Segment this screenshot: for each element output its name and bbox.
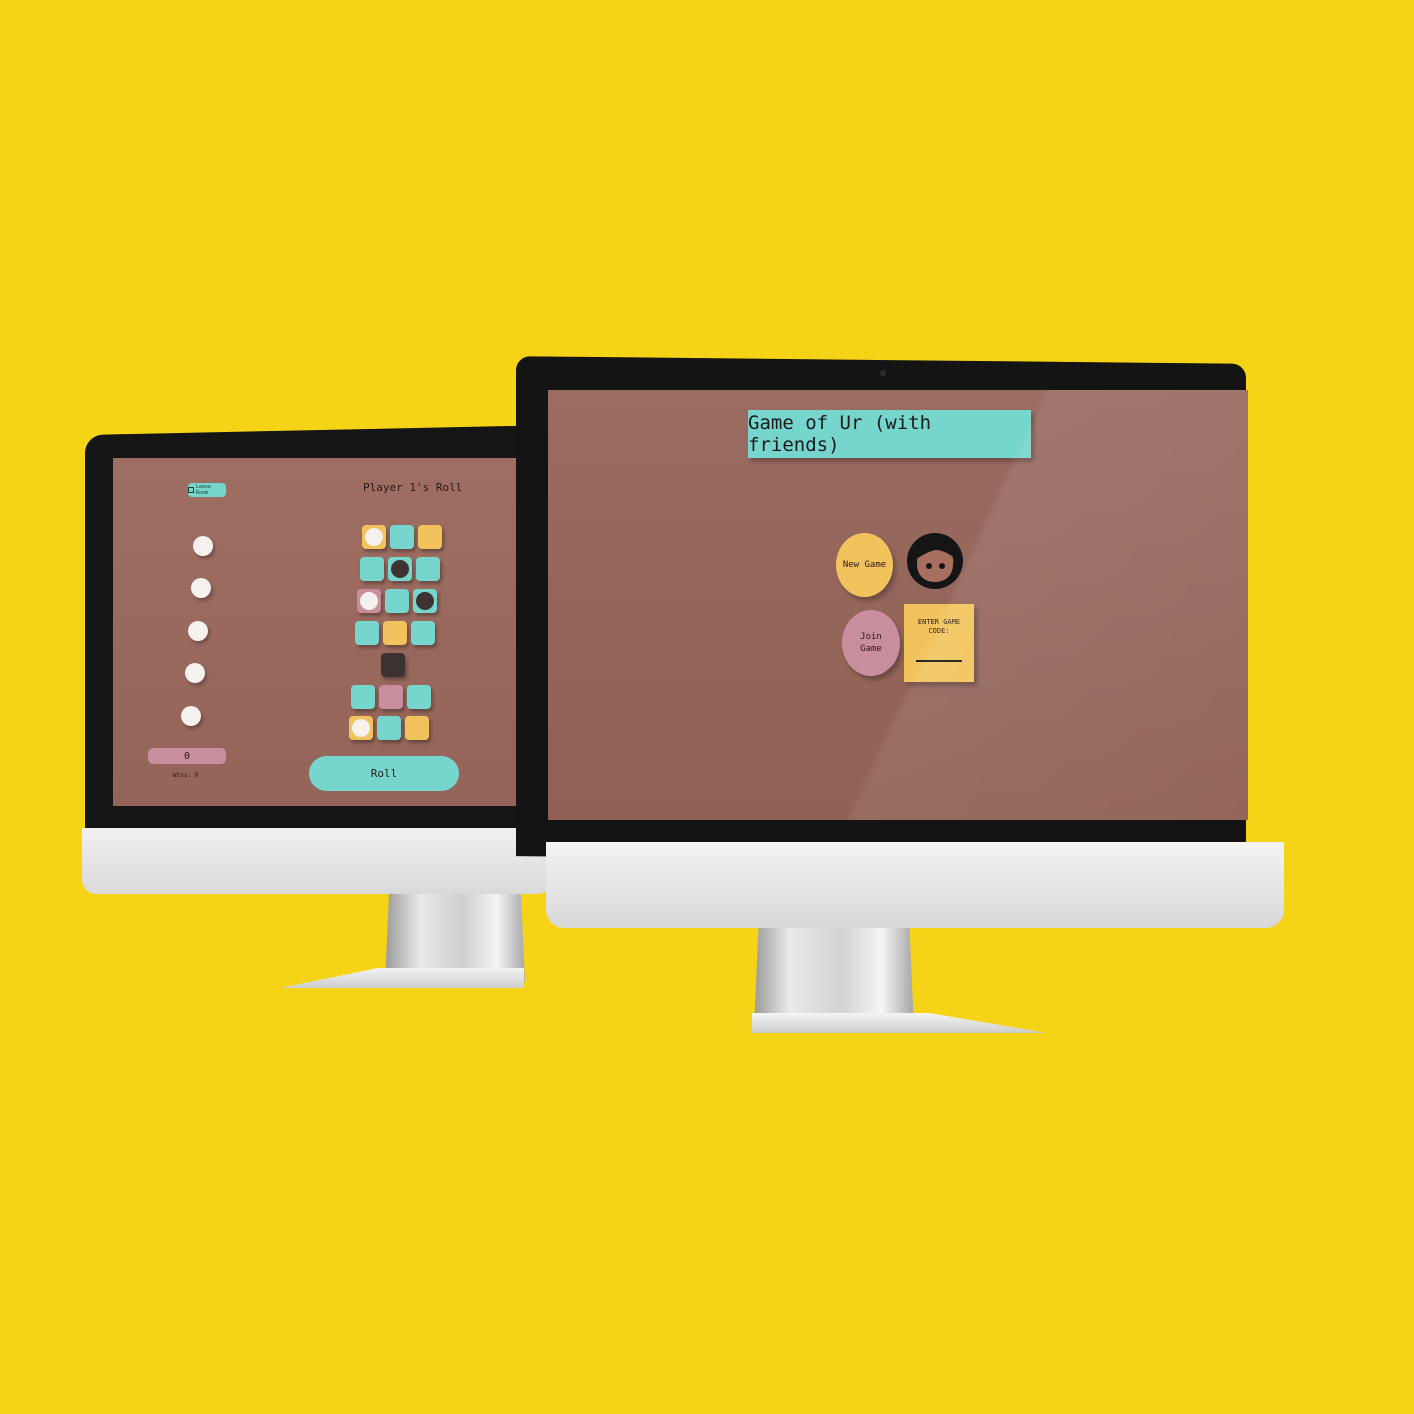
score-bar: 0 bbox=[148, 748, 226, 764]
black-piece[interactable] bbox=[384, 656, 402, 674]
board-tile[interactable] bbox=[362, 525, 386, 549]
roll-title: Player 1's Roll bbox=[363, 481, 463, 494]
camera-dot bbox=[880, 370, 886, 376]
board-tile[interactable] bbox=[418, 525, 442, 549]
page-title: Game of Ur (with friends) bbox=[748, 410, 1031, 458]
game-code-input[interactable] bbox=[916, 660, 962, 662]
white-piece[interactable] bbox=[188, 621, 208, 641]
white-piece[interactable] bbox=[360, 592, 378, 610]
white-piece[interactable] bbox=[185, 663, 205, 683]
board-tile[interactable] bbox=[416, 557, 440, 581]
game-board bbox=[348, 522, 448, 752]
front-monitor-chin bbox=[546, 842, 1284, 928]
board-tile[interactable] bbox=[357, 589, 381, 613]
mockup-scene: Leave Room Player 1's Roll 0 Wins: 0 Rol… bbox=[0, 0, 1414, 1414]
board-tile[interactable] bbox=[388, 557, 412, 581]
new-game-button[interactable]: New Game bbox=[836, 533, 893, 597]
board-tile[interactable] bbox=[381, 653, 405, 677]
join-game-button[interactable]: Join Game bbox=[842, 610, 900, 676]
board-tile[interactable] bbox=[407, 685, 431, 709]
white-piece[interactable] bbox=[193, 536, 213, 556]
game-code-label: ENTER GAME CODE: bbox=[917, 618, 961, 635]
landing-screen: Game of Ur (with friends) New Game Join … bbox=[548, 390, 1248, 820]
leave-room-label: Leave Room bbox=[195, 484, 212, 496]
black-piece[interactable] bbox=[416, 592, 434, 610]
board-tile[interactable] bbox=[405, 716, 429, 740]
board-tile[interactable] bbox=[390, 525, 414, 549]
leave-room-button[interactable]: Leave Room bbox=[188, 483, 226, 497]
black-piece[interactable] bbox=[391, 560, 409, 578]
board-tile[interactable] bbox=[385, 589, 409, 613]
board-tile[interactable] bbox=[383, 621, 407, 645]
unplayed-pieces bbox=[181, 536, 215, 736]
board-tile[interactable] bbox=[379, 685, 403, 709]
board-tile[interactable] bbox=[411, 621, 435, 645]
board-tile[interactable] bbox=[355, 621, 379, 645]
board-tile[interactable] bbox=[377, 716, 401, 740]
door-exit-icon bbox=[188, 487, 194, 493]
back-monitor-chin bbox=[82, 828, 552, 894]
white-piece[interactable] bbox=[191, 578, 211, 598]
game-code-card: ENTER GAME CODE: bbox=[904, 604, 974, 682]
game-screen: Leave Room Player 1's Roll 0 Wins: 0 Rol… bbox=[113, 458, 558, 806]
white-piece[interactable] bbox=[365, 528, 383, 546]
white-piece[interactable] bbox=[352, 719, 370, 737]
person-avatar-icon[interactable] bbox=[905, 530, 965, 590]
board-tile[interactable] bbox=[349, 716, 373, 740]
front-monitor-foot bbox=[752, 1013, 1047, 1033]
white-piece[interactable] bbox=[181, 706, 201, 726]
board-tile[interactable] bbox=[360, 557, 384, 581]
wins-counter: Wins: 0 bbox=[173, 772, 199, 779]
roll-button[interactable]: Roll bbox=[309, 756, 459, 791]
back-monitor-foot bbox=[280, 968, 524, 988]
board-tile[interactable] bbox=[413, 589, 437, 613]
board-tile[interactable] bbox=[351, 685, 375, 709]
